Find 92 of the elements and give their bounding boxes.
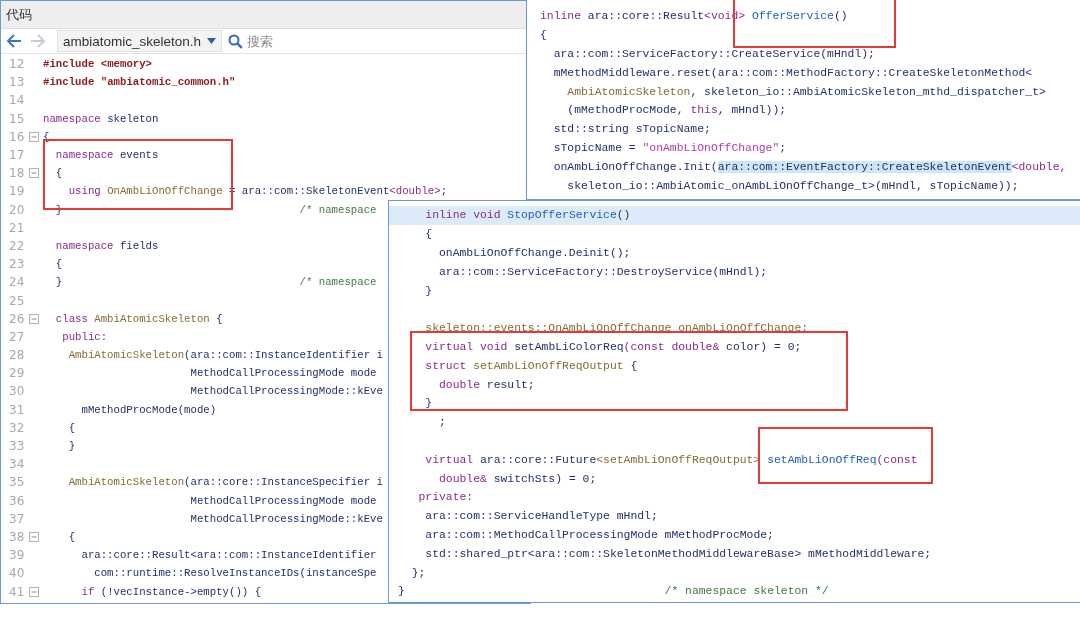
code-line: MethodCallProcessingMode mode [190, 494, 377, 507]
code-line: } /* namespace [55, 276, 377, 289]
code-line: { [55, 167, 63, 180]
line-number: 34 [8, 457, 26, 472]
code-line: sTopicName = "onAmbLiOnOffChange"; [553, 141, 787, 154]
code-line: #include "ambiatomic_common.h" [43, 76, 236, 89]
line-number: 35 [8, 475, 26, 490]
window-title: 代码 [6, 5, 32, 24]
code-line: { [55, 258, 63, 271]
code-line: ara::com::ServiceHandleType mHndl; [425, 510, 658, 523]
line-number: 12 [8, 57, 26, 72]
code-line: AmbiAtomicSkeleton(ara::com::InstanceIdentifier i [68, 349, 383, 362]
line-number: 36 [8, 493, 26, 508]
line-number: 24 [8, 275, 26, 290]
search-field[interactable]: 搜索 [247, 33, 348, 49]
code-line: std::string sTopicName; [553, 123, 711, 136]
line-number: 29 [8, 366, 26, 381]
line-number: 14 [8, 93, 26, 108]
line-number: 31 [8, 402, 26, 417]
code-line: namespace skeleton [43, 112, 159, 125]
line-number: 41 [8, 584, 26, 599]
code-line: namespace fields [55, 239, 159, 252]
code-line: AmbiAtomicSkeleton(ara::core::InstanceSpecifier i [68, 476, 383, 489]
line-number: 26 [8, 311, 26, 326]
code-line: skeleton::events::OnAmbLiOnOffChange onAmbLiOnOffChange; [425, 322, 809, 335]
code-line: skeleton_io::AmbiAtomic_onAmbLiOnOffChange_t>(mHndl, sTopicName)); [567, 179, 1019, 192]
line-number: 20 [8, 202, 26, 217]
line-number: 37 [8, 511, 26, 526]
code-line: private: [418, 491, 474, 504]
line-number: 16 [8, 129, 26, 144]
code-line: { [68, 530, 76, 543]
collapse-icon[interactable] [29, 131, 39, 142]
line-number: 23 [8, 257, 26, 272]
code-line: double result; [439, 378, 535, 391]
line-number: 15 [8, 111, 26, 126]
line-number: 18 [8, 166, 26, 181]
code-line: inline void StopOfferService() [425, 209, 631, 222]
caret-icon [207, 38, 217, 44]
collapse-icon[interactable] [29, 531, 39, 542]
code-line: virtual void setAmbLiColorReq(const double& color) = 0; [425, 340, 802, 353]
line-number: 39 [8, 548, 26, 563]
code-line: class AmbiAtomicSkeleton { [55, 312, 223, 325]
code-line: MethodCallProcessingMode::kEve [190, 385, 383, 398]
code-line: { [68, 421, 76, 434]
line-number: 30 [8, 384, 26, 399]
line-number: 13 [8, 75, 26, 90]
code-line: ; [439, 416, 446, 429]
code-line: struct setAmbLiOnOffReqOutput { [425, 359, 638, 372]
code-line: } /* namespace skeleton */ [398, 585, 829, 598]
line-number: 25 [8, 293, 26, 308]
line-number: 28 [8, 348, 26, 363]
code-line: if (!vecInstance->empty()) { [81, 585, 262, 598]
line-number: 22 [8, 238, 26, 253]
code-line: } [68, 440, 76, 453]
code-line: (mMethodProcMode, this, mHndl)); [567, 104, 787, 117]
code-line: AmbiAtomicSkeleton, skeleton_io::AmbiAtomicSkeleton_mthd_dispatcher_t> [567, 85, 1046, 98]
line-number: 17 [8, 148, 26, 163]
code-line: public: [62, 330, 108, 343]
code-line: namespace events [55, 149, 159, 162]
line-number: 33 [8, 439, 26, 454]
code-line: ara::com::MethodCallProcessingMode mMethodProcMode; [425, 528, 774, 541]
code-line: ara::core::Result<ara::com::InstanceIdentifier [81, 549, 377, 562]
code-line: virtual ara::core::Future<setAmbLiOnOffReqOutput> setAmbLiOnOffReq(const [425, 453, 918, 466]
forward-arrow-icon[interactable] [29, 32, 47, 50]
code-line: { [425, 228, 433, 241]
line-number: 27 [8, 329, 26, 344]
line-number: 38 [8, 529, 26, 544]
code-line: } [425, 284, 433, 297]
back-arrow-icon[interactable] [5, 32, 23, 50]
collapse-icon[interactable] [29, 313, 39, 324]
code-line: MethodCallProcessingMode mode [190, 367, 377, 380]
line-number: 40 [8, 566, 26, 581]
collapse-icon[interactable] [29, 168, 39, 179]
code-line: }; [411, 566, 426, 579]
code-line: } [425, 397, 433, 410]
line-number: 19 [8, 184, 26, 199]
code-line: onAmbLiOnOffChange.Deinit(); [439, 247, 631, 259]
code-line: ara::com::ServiceFactory::CreateService(mHndl); [553, 48, 875, 60]
code-line: MethodCallProcessingMode::kEve [190, 512, 383, 525]
code-line: double& switchSts) = 0; [439, 472, 597, 485]
code-line: mMethodProcMode(mode) [81, 403, 217, 416]
search-icon[interactable] [228, 33, 244, 49]
code-line: std::shared_ptr<ara::com::SkeletonMethodMiddlewareBase> mMethodMiddleware; [425, 547, 932, 560]
collapse-icon[interactable] [29, 586, 39, 597]
line-number: 32 [8, 420, 26, 435]
code-line: com::runtime::ResolveInstanceIDs(instanceSpe [94, 567, 377, 580]
code-line: ara::com::ServiceFactory::DestroyService(mHndl); [439, 265, 768, 278]
code-line: mMethodMiddleware.reset(ara::com::MethodFactory::CreateSkeletonMethod< [553, 66, 1033, 79]
line-number: 21 [8, 220, 26, 235]
code-line: #include <memory> [43, 58, 153, 71]
file-dropdown[interactable]: ambiatomic_skeleton.h [57, 30, 223, 52]
code-line: { [540, 29, 547, 42]
